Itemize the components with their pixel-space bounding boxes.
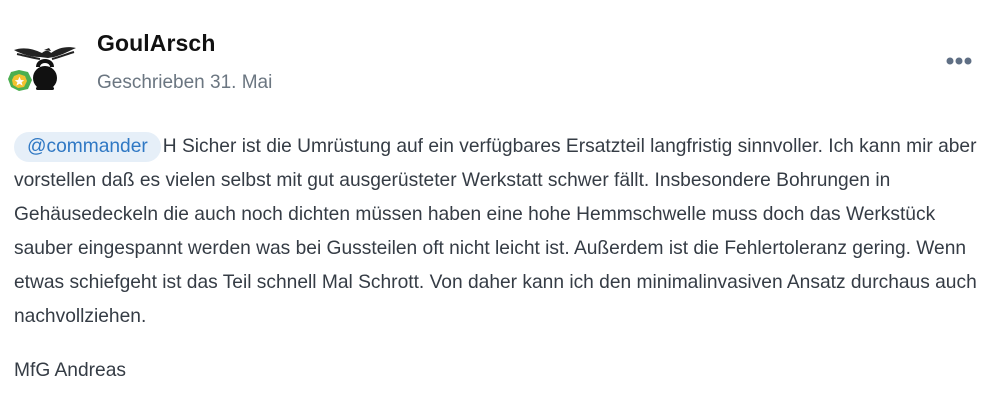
more-horizontal-icon [946, 57, 972, 65]
forum-post: GoulArsch Geschrieben 31. Mai @commander… [0, 0, 1000, 420]
more-options-button[interactable] [938, 50, 980, 72]
post-body: @commander H Sicher ist die Umrüstung auf… [14, 130, 994, 334]
author-name[interactable]: GoulArsch [97, 30, 215, 57]
post-content: @commander H Sicher ist die Umrüstung auf… [14, 130, 994, 388]
eagle-icon [14, 47, 76, 60]
user-avatar[interactable] [8, 38, 78, 98]
user-mention[interactable]: @commander [14, 132, 161, 162]
star-rank-badge-icon [8, 70, 32, 91]
post-date: Geschrieben 31. Mai [97, 72, 273, 93]
post-text: H Sicher ist die Umrüstung auf ein verfü… [14, 136, 977, 327]
signature: MfG Andreas [14, 360, 126, 381]
kettlebell-icon [33, 59, 57, 90]
